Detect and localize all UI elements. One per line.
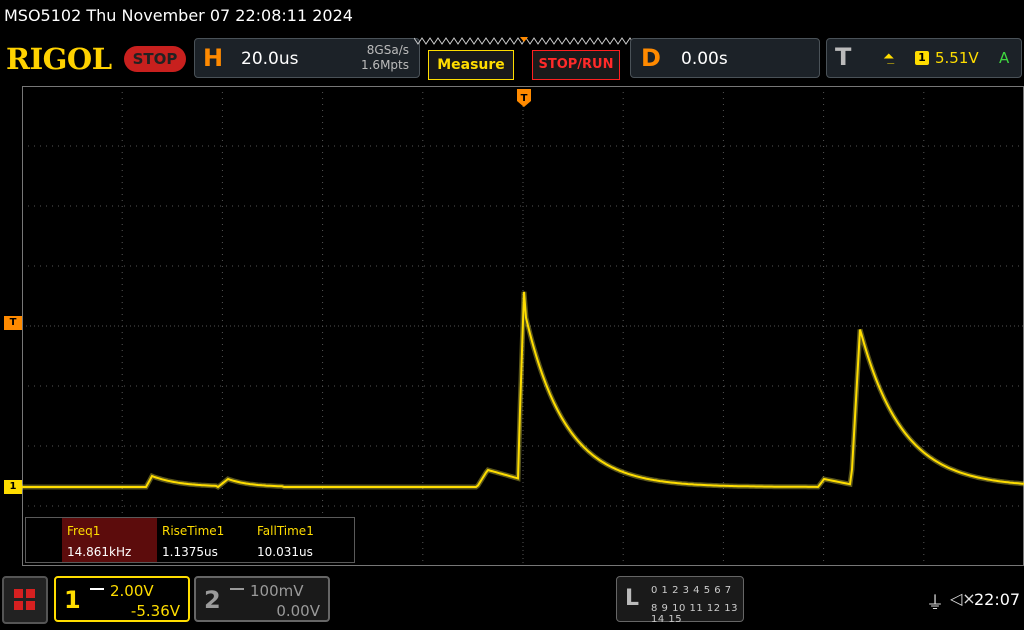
trigger-position-label: T — [521, 93, 528, 104]
trigger-mode: A — [999, 49, 1010, 67]
horizontal-key: H — [203, 44, 224, 72]
measure-button[interactable]: Measure — [428, 50, 514, 80]
measurement-risetime[interactable]: RiseTime1 1.1375us — [157, 518, 252, 562]
acquisition-info: 8GSa/s 1.6Mpts — [361, 43, 409, 73]
memory-position-indicator — [414, 37, 634, 45]
trigger-position-marker[interactable]: T — [517, 89, 531, 107]
channel-scale: 100mV — [250, 582, 304, 600]
trigger-level: 5.51V — [935, 49, 979, 67]
bottom-bar: 1 2.00V -5.36V 2 100mV 0.00V L 0 1 2 3 4… — [0, 574, 1024, 630]
channel-offset: 0.00V — [276, 602, 320, 620]
channel-1-panel[interactable]: 1 2.00V -5.36V — [54, 576, 190, 622]
digital-channels-high: 8 9 10 11 12 13 14 15 — [651, 603, 739, 625]
trigger-key: T — [835, 43, 852, 71]
horizontal-panel[interactable]: H 20.0us 8GSa/s 1.6Mpts — [194, 38, 420, 78]
trigger-level-marker[interactable]: T — [4, 316, 22, 330]
run-state-badge[interactable]: STOP — [124, 46, 186, 72]
measurement-label: FallTime1 — [257, 524, 314, 538]
logic-analyzer-panel[interactable]: L 0 1 2 3 4 5 6 7 8 9 10 11 12 13 14 15 — [616, 576, 744, 625]
device-datetime: MSO5102 Thu November 07 22:08:11 2024 — [4, 6, 353, 25]
measurement-value: 14.861kHz — [67, 545, 132, 559]
digital-channels-low: 0 1 2 3 4 5 6 7 — [651, 585, 732, 596]
channel-number: 2 — [204, 586, 221, 614]
system-clock: 22:07 — [974, 590, 1021, 609]
delay-panel[interactable]: D 0.00s — [630, 38, 820, 78]
trigger-panel[interactable]: T ⏶̲ 1 5.51V A — [826, 38, 1022, 78]
measurement-label: RiseTime1 — [162, 524, 225, 538]
channel-offset: -5.36V — [130, 602, 180, 620]
top-toolbar: RIGOL STOP H 20.0us 8GSa/s 1.6Mpts Measu… — [0, 36, 1024, 82]
usb-icon: ⏚ — [926, 593, 944, 614]
ch1-ground-marker[interactable]: 1 — [4, 480, 22, 494]
status-bar: MSO5102 Thu November 07 22:08:11 2024 — [0, 0, 1024, 32]
dc-coupling-icon — [90, 588, 104, 596]
measurement-freq[interactable]: Freq1 14.861kHz — [62, 518, 157, 562]
measurement-value: 10.031us — [257, 545, 313, 559]
channel-number: 1 — [64, 586, 81, 614]
waveform-grid — [22, 86, 1024, 566]
dc-coupling-icon — [230, 588, 244, 596]
measurement-value: 1.1375us — [162, 545, 218, 559]
speaker-mute-icon[interactable]: ◁× — [950, 589, 976, 608]
measurement-panel: Freq1 14.861kHz RiseTime1 1.1375us FallT… — [25, 517, 355, 563]
channel-scale: 2.00V — [110, 582, 154, 600]
rising-edge-icon: ⏶̲ — [883, 49, 895, 65]
logic-analyzer-key: L — [625, 586, 640, 611]
stop-run-button[interactable]: STOP/RUN — [532, 50, 620, 80]
trigger-source: 1 — [915, 51, 929, 65]
measurement-falltime[interactable]: FallTime1 10.031us — [252, 518, 347, 562]
sample-rate: 8GSa/s — [366, 43, 409, 57]
memory-depth: 1.6Mpts — [360, 58, 409, 72]
measurement-label: Freq1 — [67, 524, 101, 538]
channel-2-panel[interactable]: 2 100mV 0.00V — [194, 576, 330, 622]
main-menu-button[interactable] — [2, 576, 48, 624]
brand-logo: RIGOL — [6, 42, 112, 76]
delay-value: 0.00s — [681, 49, 728, 69]
grid-menu-icon — [14, 589, 36, 611]
delay-key: D — [641, 44, 661, 72]
timebase-value: 20.0us — [241, 49, 299, 69]
waveform-display[interactable] — [22, 86, 1024, 566]
